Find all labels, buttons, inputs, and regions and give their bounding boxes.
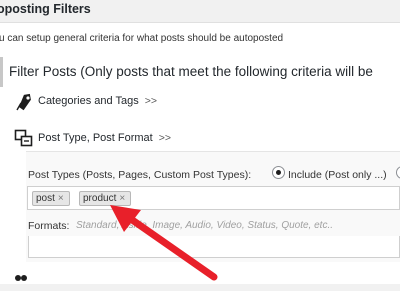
author-icon <box>14 273 28 291</box>
page-title: oposting Filters <box>0 2 91 16</box>
intro-text: u can setup general criteria for what po… <box>0 33 284 44</box>
section-accent-bar <box>0 57 3 87</box>
remove-tag-icon[interactable]: × <box>119 193 125 204</box>
post-format-icon <box>14 128 34 148</box>
page-header: oposting Filters <box>0 0 400 23</box>
formats-field-box <box>28 236 400 258</box>
tag-product: product × <box>79 191 132 206</box>
post-type-format-toggle[interactable]: Post Type, Post Format >> <box>14 128 171 148</box>
formats-input[interactable] <box>76 216 396 234</box>
formats-label: Formats: <box>28 220 70 232</box>
categories-and-tags-toggle[interactable]: Categories and Tags >> <box>14 91 157 111</box>
tag-label: post <box>36 193 55 204</box>
chevron-right-icon: >> <box>144 95 157 107</box>
chevron-right-icon: >> <box>158 132 171 144</box>
tag-label: product <box>83 193 117 204</box>
tag-icon <box>14 91 34 111</box>
post-type-format-label: Post Type, Post Format <box>38 132 153 144</box>
post-types-label: Post Types (Posts, Pages, Custom Post Ty… <box>28 169 252 181</box>
categories-and-tags-label: Categories and Tags <box>38 95 139 107</box>
include-radio[interactable] <box>272 166 285 179</box>
remove-tag-icon[interactable]: × <box>58 193 64 204</box>
post-types-tag-input[interactable]: post × product × <box>27 186 400 210</box>
filter-posts-section-header: Filter Posts (Only posts that meet the f… <box>0 57 400 87</box>
tag-post: post × <box>32 191 70 206</box>
include-radio-label: Include (Post only ...) <box>288 169 387 181</box>
filter-posts-title: Filter Posts (Only posts that meet the f… <box>9 64 373 79</box>
